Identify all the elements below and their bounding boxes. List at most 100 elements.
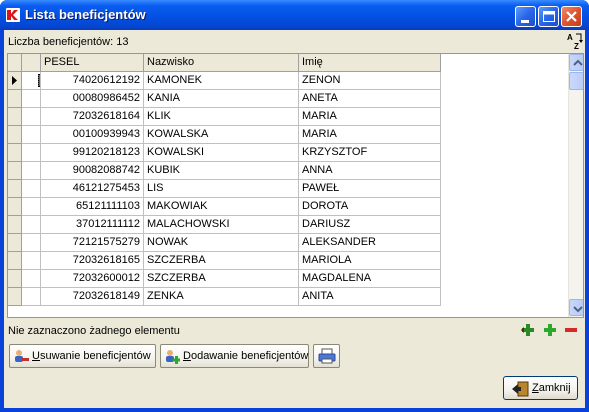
row-select-cell[interactable] [22, 108, 41, 126]
table-row[interactable]: 00080986452 KANIA ANETA [8, 90, 441, 108]
row-indicator[interactable] [8, 72, 22, 90]
row-select-cell[interactable] [22, 162, 41, 180]
row-indicator[interactable] [8, 162, 22, 180]
cell-nazwisko[interactable]: LIS [144, 180, 299, 198]
cell-pesel[interactable]: 00080986452 [41, 90, 144, 108]
minimize-button[interactable] [515, 6, 536, 27]
table-row[interactable]: 72032600012 SZCZERBA MAGDALENA [8, 270, 441, 288]
cell-pesel[interactable]: 37012111112 [41, 216, 144, 234]
cell-imie[interactable]: DOROTA [299, 198, 441, 216]
maximize-button[interactable] [538, 6, 559, 27]
row-select-cell[interactable] [22, 144, 41, 162]
column-header-nazwisko[interactable]: Nazwisko [144, 54, 299, 72]
cell-imie[interactable]: MARIA [299, 108, 441, 126]
row-indicator[interactable] [8, 90, 22, 108]
remove-red-icon[interactable] [563, 323, 579, 337]
cell-nazwisko[interactable]: ZENKA [144, 288, 299, 306]
row-select-cell[interactable] [22, 90, 41, 108]
cell-imie[interactable]: ANITA [299, 288, 441, 306]
column-header-pesel[interactable]: PESEL [41, 54, 144, 72]
cell-nazwisko[interactable]: KOWALSKI [144, 144, 299, 162]
row-indicator[interactable] [8, 288, 22, 306]
cell-pesel[interactable]: 90082088742 [41, 162, 144, 180]
cell-nazwisko[interactable]: MAKOWIAK [144, 198, 299, 216]
table-row[interactable]: 72032618165 SZCZERBA MARIOLA [8, 252, 441, 270]
row-indicator[interactable] [8, 108, 22, 126]
table-row[interactable]: 72032618164 KLIK MARIA [8, 108, 441, 126]
cell-nazwisko[interactable]: NOWAK [144, 234, 299, 252]
add-green-icon[interactable] [542, 323, 558, 337]
scroll-thumb[interactable] [569, 72, 583, 90]
cell-imie[interactable]: DARIUSZ [299, 216, 441, 234]
tab-usuwanie-beneficjentow[interactable]: Usuwanie beneficjentów [9, 344, 156, 368]
row-indicator[interactable] [8, 270, 22, 288]
row-select-cell[interactable] [22, 216, 41, 234]
close-window-button[interactable] [561, 6, 582, 27]
cell-nazwisko[interactable]: KLIK [144, 108, 299, 126]
row-indicator[interactable] [8, 144, 22, 162]
cell-nazwisko[interactable]: KAMONEK [144, 72, 299, 90]
cell-pesel[interactable]: 46121275453 [41, 180, 144, 198]
cell-pesel[interactable]: 99120218123 [41, 144, 144, 162]
table-row[interactable]: 72032618149 ZENKA ANITA [8, 288, 441, 306]
cell-pesel[interactable]: 72032618149 [41, 288, 144, 306]
row-indicator[interactable] [8, 234, 22, 252]
cell-nazwisko[interactable]: MALACHOWSKI [144, 216, 299, 234]
cell-nazwisko[interactable]: KOWALSKA [144, 126, 299, 144]
cell-pesel[interactable]: 74020612192 [41, 72, 144, 90]
table-row[interactable]: 65121111103 MAKOWIAK DOROTA [8, 198, 441, 216]
cell-pesel[interactable]: 72121575279 [41, 234, 144, 252]
table-row[interactable]: 46121275453 LIS PAWEŁ [8, 180, 441, 198]
sort-az-icon[interactable]: A Z [566, 32, 583, 51]
cell-pesel[interactable]: 65121111103 [41, 198, 144, 216]
table-row[interactable]: 00100939943 KOWALSKA MARIA [8, 126, 441, 144]
table-row[interactable]: 99120218123 KOWALSKI KRZYSZTOF [8, 144, 441, 162]
row-select-cell[interactable] [22, 270, 41, 288]
cell-imie[interactable]: MARIOLA [299, 252, 441, 270]
scroll-up-button[interactable] [569, 54, 583, 71]
table-row[interactable]: 90082088742 KUBIK ANNA [8, 162, 441, 180]
row-select-cell[interactable] [22, 288, 41, 306]
title-bar[interactable]: Lista beneficjentów [0, 0, 589, 30]
row-select-cell[interactable] [22, 198, 41, 216]
table-row[interactable]: 72121575279 NOWAK ALEKSANDER [8, 234, 441, 252]
print-button[interactable] [313, 344, 340, 368]
cell-imie[interactable]: MAGDALENA [299, 270, 441, 288]
tab-dodawanie-beneficjentow[interactable]: Dodawanie beneficjentów [160, 344, 309, 368]
row-indicator[interactable] [8, 180, 22, 198]
row-select-cell[interactable] [22, 180, 41, 198]
cell-pesel[interactable]: 00100939943 [41, 126, 144, 144]
table-row[interactable]: 74020612192 KAMONEK ZENON [8, 72, 441, 90]
beneficiaries-grid[interactable]: PESEL Nazwisko Imię 74020612192 KAMONEK ZE… [7, 53, 584, 318]
cell-pesel[interactable]: 72032600012 [41, 270, 144, 288]
cell-imie[interactable]: ANETA [299, 90, 441, 108]
scroll-down-button[interactable] [569, 299, 583, 316]
column-header-imie[interactable]: Imię [299, 54, 441, 72]
row-select-cell[interactable] [22, 72, 41, 90]
row-select-cell[interactable] [22, 234, 41, 252]
cell-imie[interactable]: ALEKSANDER [299, 234, 441, 252]
row-indicator[interactable] [8, 126, 22, 144]
row-indicator[interactable] [8, 198, 22, 216]
cell-imie[interactable]: MARIA [299, 126, 441, 144]
cell-imie[interactable]: KRZYSZTOF [299, 144, 441, 162]
move-green-icon[interactable] [521, 323, 537, 337]
close-button[interactable]: Zamknij [503, 376, 578, 400]
cell-pesel[interactable]: 72032618164 [41, 108, 144, 126]
cell-imie[interactable]: PAWEŁ [299, 180, 441, 198]
vertical-scrollbar[interactable] [568, 54, 583, 317]
cell-imie[interactable]: ZENON [299, 72, 441, 90]
cell-nazwisko[interactable]: SZCZERBA [144, 270, 299, 288]
cell-nazwisko[interactable]: KUBIK [144, 162, 299, 180]
cell-imie[interactable]: ANNA [299, 162, 441, 180]
table-row[interactable]: 37012111112 MALACHOWSKI DARIUSZ [8, 216, 441, 234]
cell-nazwisko[interactable]: KANIA [144, 90, 299, 108]
header-check-column[interactable] [22, 54, 41, 72]
cell-pesel[interactable]: 72032618165 [41, 252, 144, 270]
cell-nazwisko[interactable]: SZCZERBA [144, 252, 299, 270]
action-tabs: Usuwanie beneficjentów Dodawanie benefic… [7, 342, 583, 368]
row-indicator[interactable] [8, 252, 22, 270]
row-select-cell[interactable] [22, 126, 41, 144]
row-indicator[interactable] [8, 216, 22, 234]
row-select-cell[interactable] [22, 252, 41, 270]
